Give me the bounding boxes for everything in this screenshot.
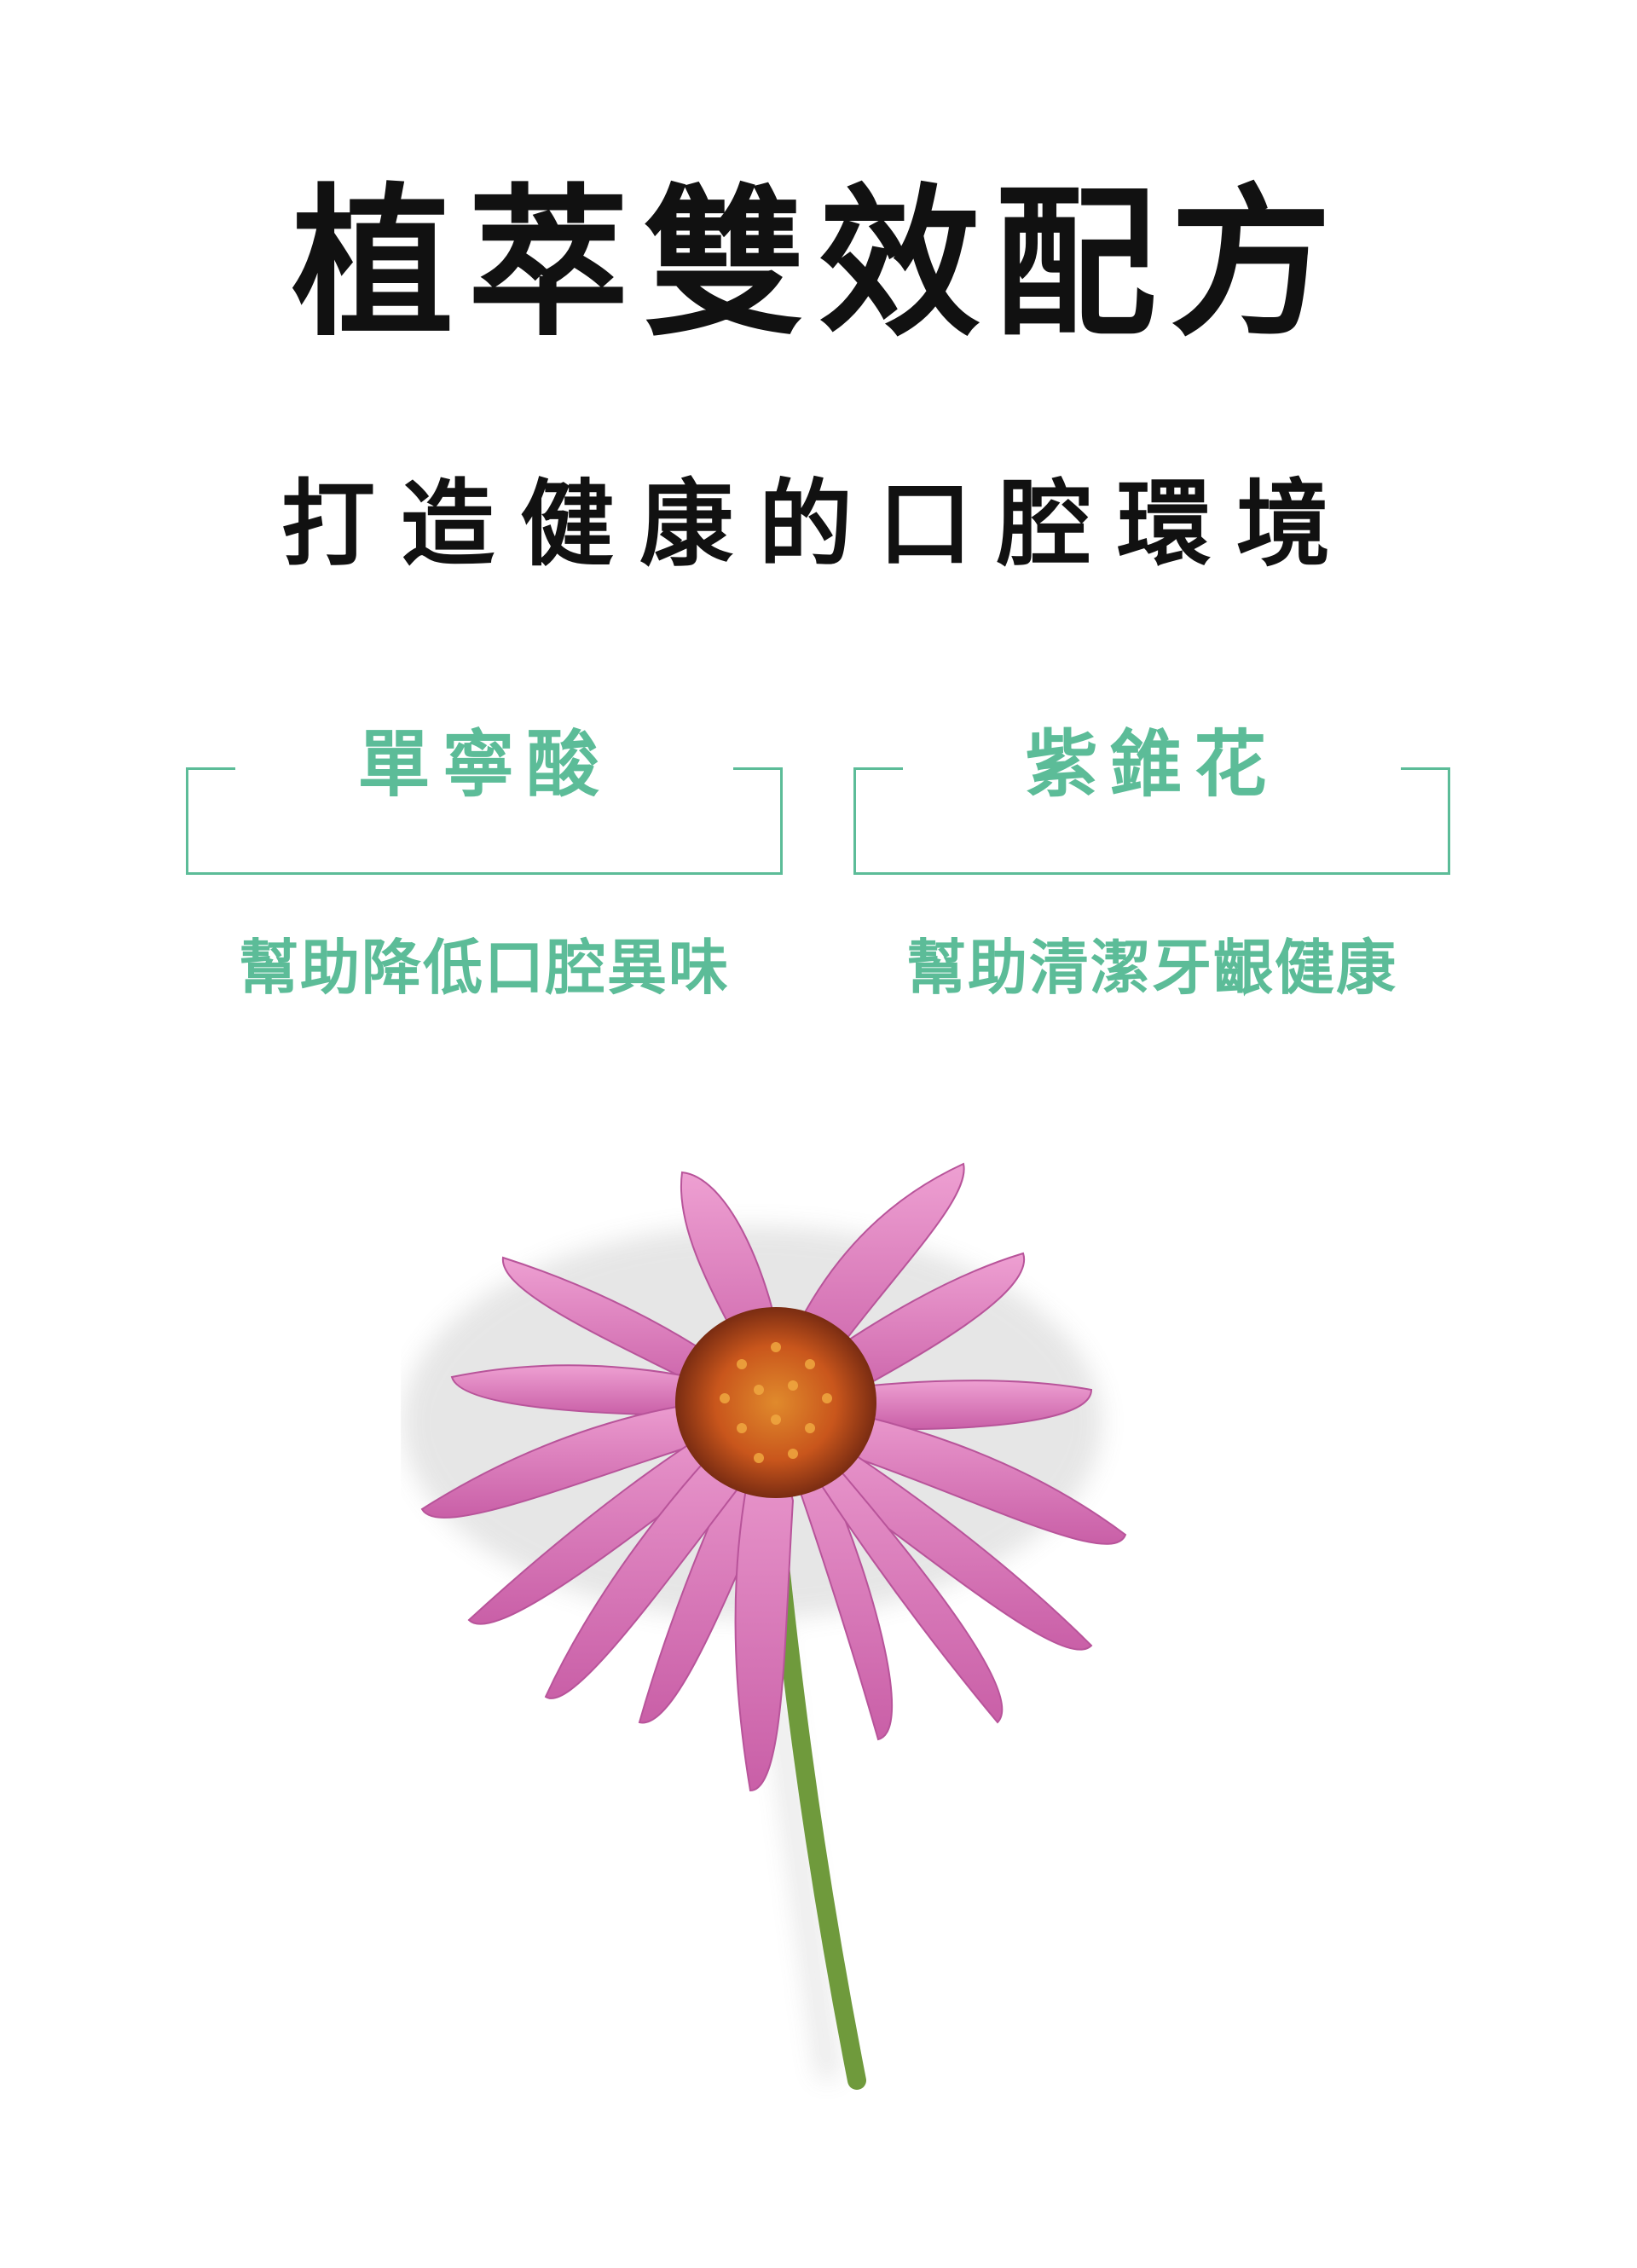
ingredient-name: 紫錐花 [1025,723,1279,807]
ingredient-benefit: 幫助降低口腔異味 [239,933,730,1003]
ingredient-box-echinacea: 紫錐花 [853,729,1450,875]
ingredient-name: 單寧酸 [357,723,611,807]
product-feature-page: 植萃雙效配方 打造健康的口腔環境 單寧酸 紫錐花 幫助降低口腔異味 幫助清潔牙齦… [0,0,1637,2268]
flower-cone [675,1307,876,1498]
page-title: 植萃雙效配方 [291,170,1345,358]
page-subtitle: 打造健康的口腔環境 [281,470,1356,579]
ingredient-benefit: 幫助清潔牙齦健康 [906,933,1397,1003]
echinacea-flower-image [402,1162,1127,2090]
ingredient-box-tannic-acid: 單寧酸 [186,729,783,875]
